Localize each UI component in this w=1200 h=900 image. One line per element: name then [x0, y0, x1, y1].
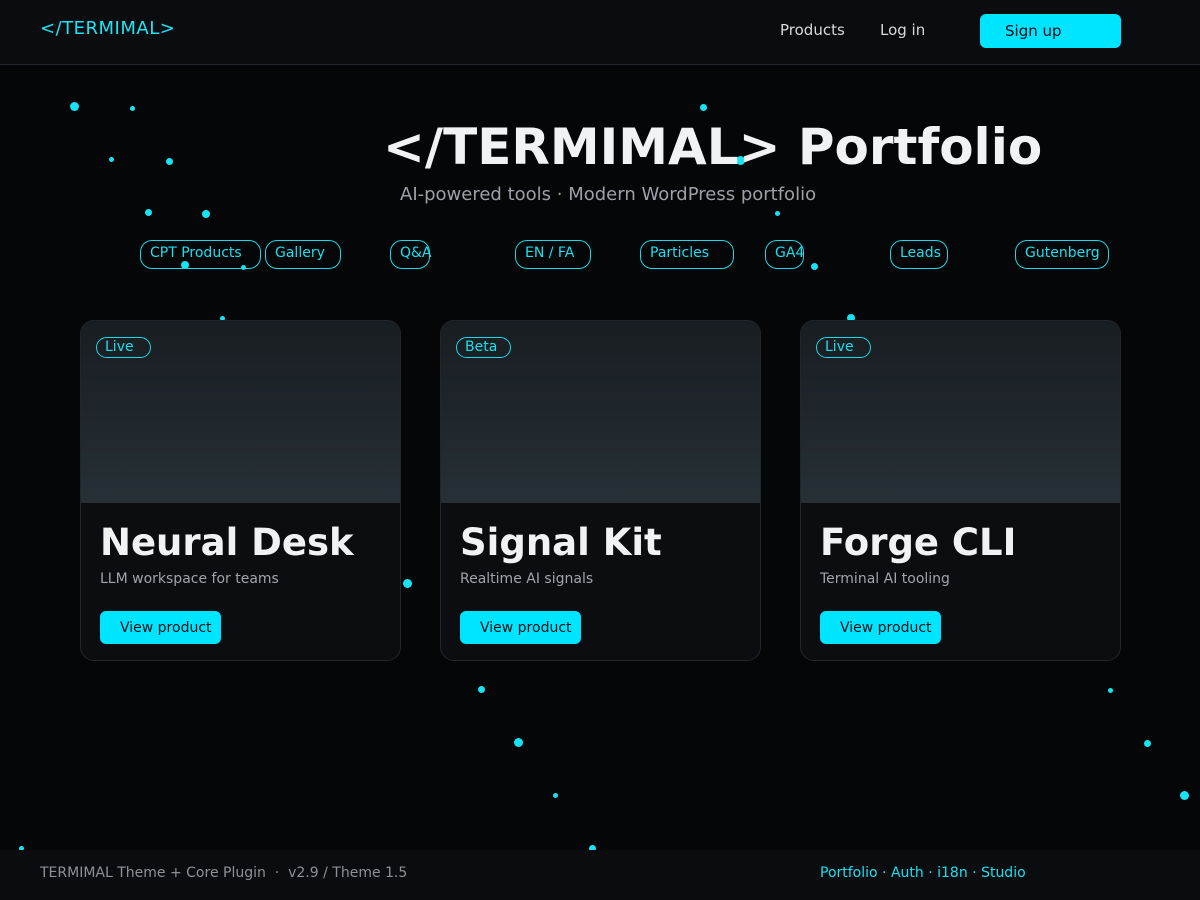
nav-products-link[interactable]: Products [780, 21, 845, 39]
footer-link-separator: · [967, 865, 982, 881]
footer-version-info: TERMIMAL Theme + Core Plugin · v2.9 / Th… [40, 865, 408, 881]
particle [553, 793, 558, 798]
footer-link-auth[interactable]: Auth [891, 865, 924, 881]
hero-subtitle: AI-powered tools · Modern WordPress port… [400, 184, 817, 205]
footer-links: Portfolio · Auth · i18n · Studio [820, 865, 1026, 881]
page: </TERMIMAL> Products Log in Sign up </TE… [0, 0, 1200, 900]
particle [109, 157, 114, 162]
footer-link-portfolio[interactable]: Portfolio [820, 865, 878, 881]
particle [775, 211, 780, 216]
footer-link-i18n[interactable]: i18n [937, 865, 968, 881]
feature-tag: GA4 [765, 240, 804, 269]
signup-button[interactable]: Sign up [980, 14, 1121, 48]
particle [514, 738, 523, 747]
status-badge: Live [96, 337, 151, 358]
particle [1180, 791, 1189, 800]
hero-title: </TERMIMAL> Portfolio [383, 118, 1043, 176]
card-description: Realtime AI signals [460, 571, 594, 587]
feature-tag: Particles [640, 240, 734, 269]
feature-tag: CPT Products [140, 240, 261, 269]
site-logo[interactable]: </TERMIMAL> [40, 18, 175, 39]
card-description: LLM workspace for teams [100, 571, 279, 587]
status-badge: Live [816, 337, 871, 358]
card-title: Neural Desk [100, 521, 354, 564]
view-product-button[interactable]: View product [820, 611, 941, 644]
card-title: Forge CLI [820, 521, 1017, 564]
view-product-button[interactable]: View product [460, 611, 581, 644]
status-badge: Beta [456, 337, 511, 358]
product-card: Live Neural Desk LLM workspace for teams… [80, 320, 401, 661]
view-product-button[interactable]: View product [100, 611, 221, 644]
footer: TERMIMAL Theme + Core Plugin · v2.9 / Th… [0, 850, 1200, 900]
card-title: Signal Kit [460, 521, 662, 564]
particle [403, 579, 412, 588]
particle [145, 209, 152, 216]
feature-tag: Gutenberg [1015, 240, 1109, 269]
particle [700, 104, 707, 111]
particle [811, 263, 818, 270]
particle [166, 158, 173, 165]
feature-tag: EN / FA [515, 240, 591, 269]
feature-tag: Leads [890, 240, 948, 269]
particle [1144, 740, 1151, 747]
feature-tag: Q&A [390, 240, 432, 269]
particle [478, 686, 485, 693]
top-navbar: </TERMIMAL> Products Log in Sign up [0, 0, 1200, 65]
card-description: Terminal AI tooling [820, 571, 950, 587]
particle [70, 102, 79, 111]
particle [1108, 688, 1113, 693]
feature-tag: Gallery [265, 240, 341, 269]
nav-login-link[interactable]: Log in [880, 21, 925, 39]
particle [130, 106, 135, 111]
product-card: Live Forge CLI Terminal AI tooling View … [800, 320, 1121, 661]
footer-link-separator: · [923, 865, 938, 881]
footer-link-separator: · [877, 865, 891, 881]
particle [202, 210, 210, 218]
footer-link-studio[interactable]: Studio [981, 865, 1026, 881]
product-card: Beta Signal Kit Realtime AI signals View… [440, 320, 761, 661]
